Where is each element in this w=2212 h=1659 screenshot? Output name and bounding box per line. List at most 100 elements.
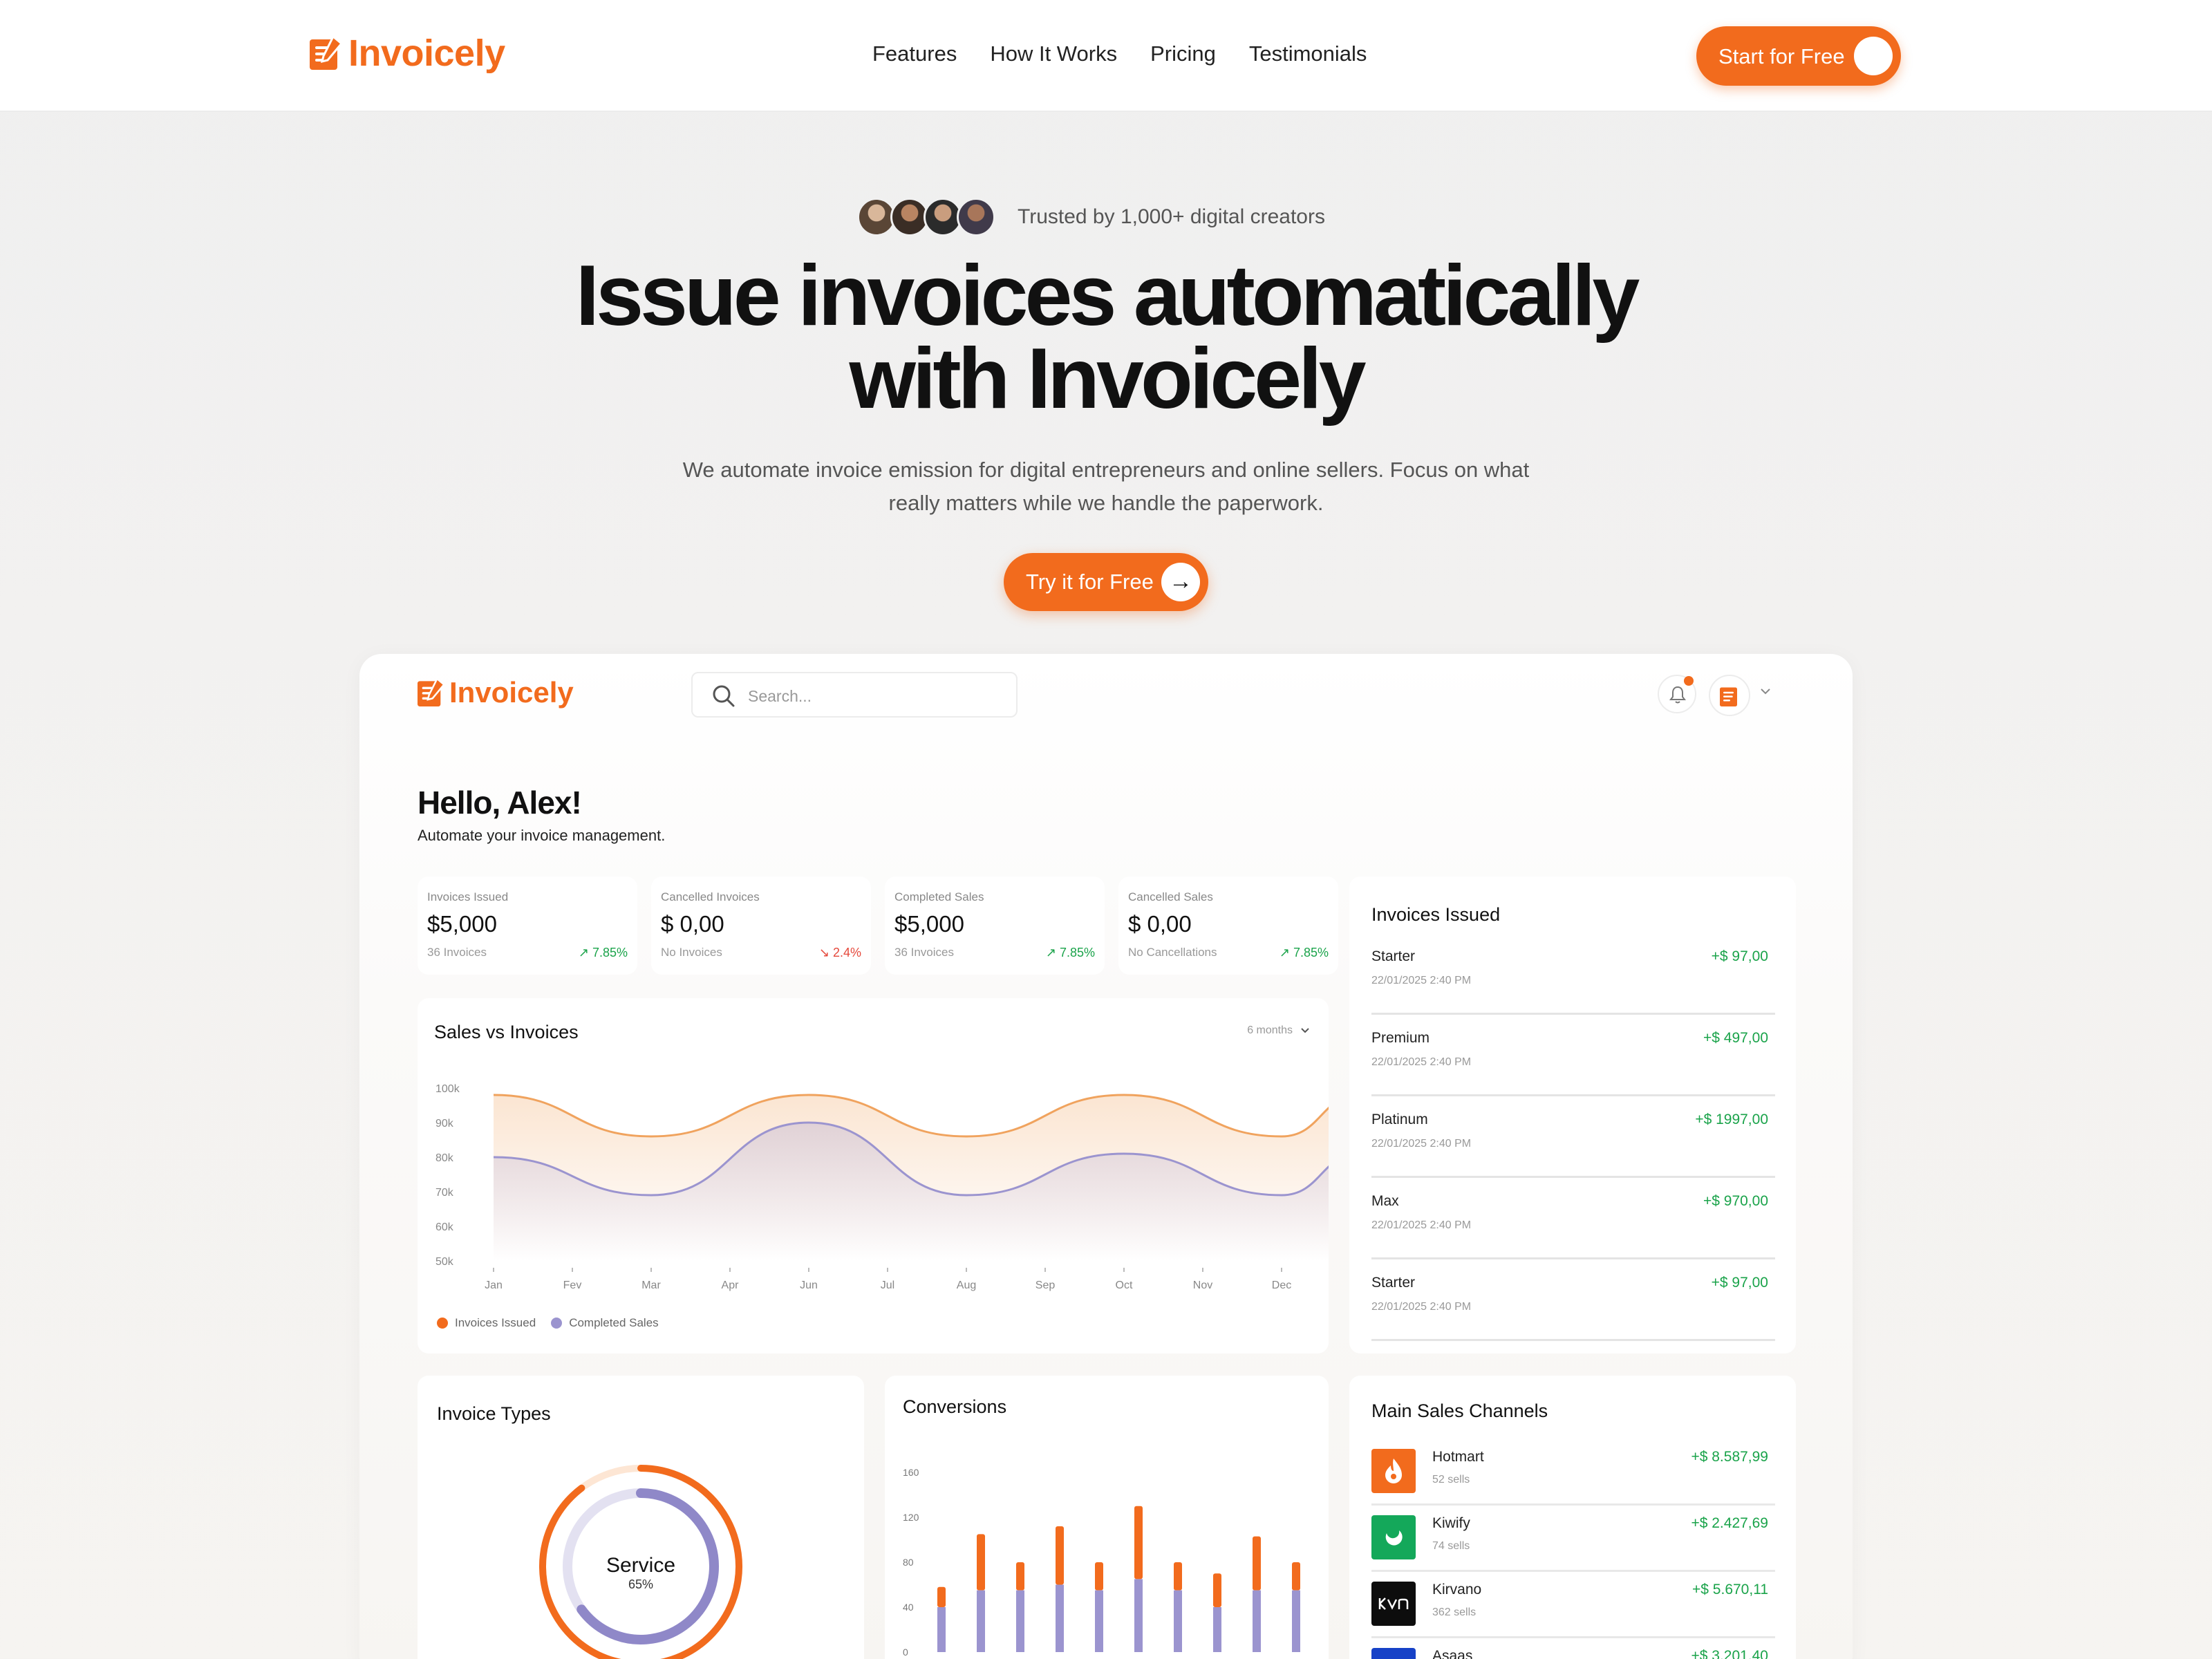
greeting-subtitle: Automate your invoice management. (418, 827, 666, 844)
channel-name: Kirvano (1432, 1582, 1482, 1597)
x-tick-label: Mar (641, 1280, 661, 1291)
channel-row-hotmart[interactable]: Hotmart 52 sells +$ 8.587,99 (1371, 1439, 1775, 1506)
invoice-types-donut-chart (539, 1465, 742, 1659)
nav-link-how-it-works[interactable]: How It Works (990, 41, 1117, 66)
stat-title: Invoices Issued (427, 890, 509, 903)
channel-row-asaas[interactable]: Asaas +$ 3.201,40 (1371, 1638, 1775, 1659)
legend-label: Invoices Issued (455, 1316, 536, 1329)
invoice-row[interactable]: Platinum 22/01/2025 2:40 PM +$ 1997,00 (1371, 1096, 1775, 1178)
bar-segment (937, 1586, 946, 1607)
invoice-logo-icon (310, 35, 344, 71)
channel-row-kiwify[interactable]: Kiwify 74 sells +$ 2.427,69 (1371, 1506, 1775, 1572)
bar-segment (1134, 1579, 1143, 1652)
x-tick-label: Fev (563, 1280, 582, 1291)
invoice-amount: +$ 970,00 (1703, 1193, 1768, 1209)
kiwify-icon (1371, 1515, 1416, 1559)
bar-segment (1253, 1536, 1261, 1591)
hero-subtitle: We automate invoice emission for digital… (682, 458, 1530, 515)
try-it-for-free-button[interactable]: Try it for Free → (1004, 553, 1208, 611)
stat-change: ↘ 2.4% (819, 946, 861, 960)
stat-value: $5,000 (894, 911, 964, 937)
search-input[interactable]: Search... (691, 672, 1018, 718)
y-tick-label: 80 (903, 1557, 914, 1568)
invoice-name: Platinum (1371, 1112, 1428, 1127)
invoice-types-card: Invoice Types Service 65% (418, 1376, 864, 1659)
bar-segment (1213, 1607, 1221, 1652)
bar-segment (1292, 1562, 1300, 1591)
stat-value: $5,000 (427, 911, 497, 937)
channel-row-kirvano[interactable]: Kirvano 362 sells +$ 5.670,11 (1371, 1572, 1775, 1638)
x-tick-label: Jan (485, 1280, 503, 1291)
asaas-icon (1371, 1648, 1416, 1659)
chevron-down-icon[interactable] (1759, 684, 1772, 702)
y-tick-label: 50k (435, 1256, 454, 1268)
top-navbar: Invoicely Features How It Works Pricing … (0, 0, 2212, 112)
trend-down-icon: ↘ (818, 946, 833, 959)
stat-change-value: 7.85% (592, 946, 628, 959)
invoice-name: Starter (1371, 948, 1416, 964)
legend-item: Invoices Issued (437, 1316, 536, 1330)
toggle-knob-icon (1854, 37, 1893, 75)
notification-button[interactable] (1658, 675, 1696, 713)
search-icon (712, 684, 735, 711)
legend-item: Completed Sales (551, 1316, 659, 1330)
start-for-free-button[interactable]: Start for Free (1696, 26, 1901, 86)
y-tick-label: 80k (435, 1152, 454, 1164)
dashboard-logo[interactable]: Invoicely (418, 676, 574, 709)
greeting: Hello, Alex! (418, 785, 582, 821)
trend-up-icon: ↗ (578, 946, 592, 959)
invoice-row[interactable]: Starter 22/01/2025 2:40 PM +$ 97,00 (1371, 1259, 1775, 1341)
stat-value: $ 0,00 (661, 911, 724, 937)
donut-center-value: 65% (628, 1577, 654, 1591)
invoice-name: Starter (1371, 1275, 1416, 1291)
hero-title-line-1: Issue invoices automatically (575, 248, 1640, 344)
stat-change: ↗ 7.85% (1280, 946, 1329, 960)
channel-amount: +$ 2.427,69 (1691, 1515, 1768, 1531)
stat-change: ↗ 7.85% (1046, 946, 1095, 960)
chart-legend: Invoices Issued Completed Sales (437, 1316, 674, 1330)
sales-vs-invoices-chart: 100k 90k 80k 70k 60k 50k Jan Fev Mar Apr Jun Jul Aug… (435, 1083, 1329, 1291)
nav-link-pricing[interactable]: Pricing (1150, 41, 1216, 66)
invoice-name: Premium (1371, 1030, 1430, 1046)
invoice-row[interactable]: Premium 22/01/2025 2:40 PM +$ 497,00 (1371, 1015, 1775, 1096)
y-tick-label: 60k (435, 1221, 454, 1233)
channel-sells: 74 sells (1432, 1540, 1470, 1552)
nav-links: Features How It Works Pricing Testimonia… (872, 41, 1400, 66)
stat-title: Completed Sales (894, 890, 984, 903)
start-for-free-label: Start for Free (1718, 44, 1845, 68)
stat-sub: 36 Invoices (894, 946, 954, 959)
bar-segment (977, 1534, 985, 1591)
y-tick-label: 0 (903, 1647, 908, 1658)
brand-logo[interactable]: Invoicely (310, 32, 505, 75)
hotmart-icon (1371, 1449, 1416, 1493)
main-sales-channels-card: Main Sales Channels Hotmart 52 sells +$ … (1349, 1376, 1796, 1659)
invoice-date: 22/01/2025 2:40 PM (1371, 975, 1472, 986)
notification-dot (1684, 676, 1694, 686)
nav-link-testimonials[interactable]: Testimonials (1249, 41, 1367, 66)
x-tick-label: Aug (957, 1280, 976, 1291)
invoice-amount: +$ 97,00 (1711, 948, 1768, 964)
y-tick-label: 100k (435, 1083, 460, 1095)
donut-center: Service 65% (572, 1554, 710, 1592)
invoice-amount: +$ 97,00 (1711, 1275, 1768, 1291)
channel-sells: 52 sells (1432, 1474, 1470, 1485)
account-avatar[interactable] (1709, 675, 1750, 716)
hero-title-line-2: with Invoicely (849, 331, 1366, 427)
invoice-row[interactable]: Starter 22/01/2025 2:40 PM +$ 97,00 (1371, 933, 1775, 1015)
y-tick-label: 90k (435, 1118, 454, 1130)
stat-change: ↗ 7.85% (579, 946, 628, 960)
bar-segment (1292, 1590, 1300, 1652)
trusted-text: Trusted by 1,000+ digital creators (1018, 205, 1325, 228)
stat-change-value: 7.85% (1059, 946, 1095, 959)
conversions-card: Conversions 160 120 80 40 0 (885, 1376, 1329, 1659)
search-placeholder: Search... (748, 687, 812, 705)
bar-segment (1174, 1590, 1182, 1652)
invoice-date: 22/01/2025 2:40 PM (1371, 1056, 1472, 1068)
stat-change-value: 2.4% (832, 946, 861, 959)
nav-link-features[interactable]: Features (872, 41, 957, 66)
channel-amount: +$ 3.201,40 (1691, 1648, 1768, 1659)
invoice-amount: +$ 1997,00 (1695, 1112, 1768, 1127)
channel-sells: 362 sells (1432, 1606, 1477, 1618)
invoice-logo-icon (1720, 687, 1737, 706)
invoice-row[interactable]: Max 22/01/2025 2:40 PM +$ 970,00 (1371, 1178, 1775, 1259)
